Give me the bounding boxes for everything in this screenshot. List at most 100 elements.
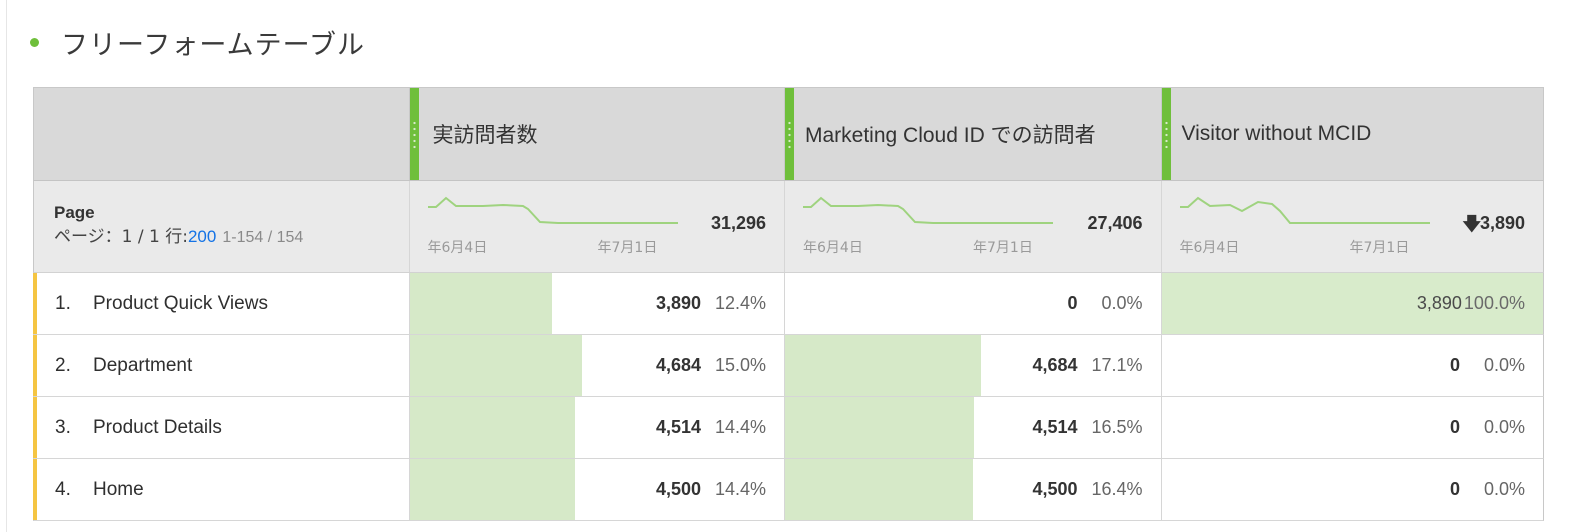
- row-dimension-cell[interactable]: 3. Product Details: [34, 397, 410, 458]
- metric-value: 4,514: [655, 417, 701, 437]
- sparkline-end-date: 年7月1日: [973, 240, 1033, 256]
- percent-bar: [409, 335, 582, 396]
- row-dimension-cell[interactable]: 2. Department: [34, 335, 410, 396]
- metric-summary-cell: 年6月4日 年7月1日 27,406: [785, 181, 1162, 272]
- metric-cell[interactable]: 0 0.0%: [1162, 335, 1543, 396]
- metric-percent: 100.0%: [1463, 293, 1525, 313]
- row-item-name: Product Quick Views: [93, 292, 268, 314]
- metric-cell[interactable]: 4,514 16.5%: [785, 397, 1162, 458]
- row-rank: 1.: [55, 292, 71, 314]
- metric-percent: 14.4%: [714, 417, 766, 437]
- metric-cell[interactable]: 4,500 14.4%: [409, 459, 785, 520]
- percent-bar: [409, 273, 552, 334]
- metric-value: 4,500: [1032, 479, 1078, 499]
- metric-percent: 16.4%: [1091, 479, 1143, 499]
- metric-cell[interactable]: 4,684 17.1%: [785, 335, 1162, 396]
- row-dimension-cell[interactable]: 1. Product Quick Views: [34, 273, 410, 334]
- pagination: ページ：1 / 1 行:200 1-154 / 154: [54, 224, 409, 251]
- metric-total: 31,296: [710, 213, 767, 233]
- percent-bar: [409, 459, 575, 520]
- drag-handle-icon[interactable]: [412, 120, 416, 150]
- metric-value: 4,514: [1032, 417, 1078, 437]
- sparkline-end-date: 年7月1日: [1349, 240, 1410, 256]
- metric-header-label: Marketing Cloud ID での訪問者: [805, 124, 1096, 147]
- sparkline-start-date: 年6月4日: [803, 240, 863, 256]
- metric-summary-cell: 年6月4日 年7月1日 🡇 3,890: [1162, 181, 1543, 272]
- metric-header-unique-visitors[interactable]: 実訪問者数: [409, 88, 785, 180]
- metric-cell[interactable]: 0 0.0%: [1162, 459, 1543, 520]
- table-row[interactable]: 1. Product Quick Views 3,890 12.4% 0 0.0…: [33, 273, 1544, 335]
- metric-value: 4,684: [655, 355, 701, 375]
- metric-summary-cell: 年6月4日 年7月1日 31,296: [410, 181, 786, 272]
- metric-value: 4,684: [1032, 355, 1078, 375]
- drag-handle-icon[interactable]: [788, 120, 791, 150]
- table-row[interactable]: 4. Home 4,500 14.4% 4,500 16.4% 0 0.0%: [33, 459, 1544, 521]
- metric-cell[interactable]: 0 0.0%: [785, 273, 1162, 334]
- dimension-header-cell[interactable]: [34, 88, 410, 180]
- metric-header-label: 実訪問者数: [432, 123, 538, 147]
- metric-cell[interactable]: 4,500 16.4%: [785, 459, 1162, 520]
- sparkline-start-date: 年6月4日: [1179, 240, 1240, 256]
- sparkline-start-date: 年6月4日: [427, 240, 488, 256]
- panel-header[interactable]: フリーフォームテーブル: [30, 22, 365, 62]
- metric-value: 0: [1067, 293, 1078, 313]
- metric-header-mcid-visitors[interactable]: Marketing Cloud ID での訪問者: [785, 88, 1162, 180]
- metric-percent: 0.0%: [1483, 417, 1525, 437]
- percent-bar: [785, 397, 974, 458]
- metric-value: 3,890: [1416, 293, 1462, 313]
- sparkline-end-date: 年7月1日: [597, 240, 658, 256]
- metric-percent: 0.0%: [1101, 293, 1143, 313]
- dimension-summary-cell: Page ページ：1 / 1 行:200 1-154 / 154: [34, 181, 410, 272]
- pagination-label: ページ：1 / 1 行:: [54, 227, 188, 247]
- panel-left-border: [6, 0, 7, 532]
- metric-header-visitor-without-mcid[interactable]: Visitor without MCID: [1161, 88, 1544, 180]
- row-rank: 3.: [55, 416, 71, 438]
- row-item-name: Product Details: [93, 416, 222, 438]
- metric-cell[interactable]: 3,890 12.4%: [409, 273, 785, 334]
- drag-handle-icon[interactable]: [1164, 120, 1168, 150]
- metric-cell[interactable]: 3,890 100.0%: [1161, 273, 1543, 334]
- metric-total: 27,406: [1087, 213, 1143, 233]
- table-header-row: 実訪問者数 Marketing Cloud ID での訪問者 Visitor w…: [33, 87, 1544, 181]
- sparkline-trend-line: [803, 196, 1054, 224]
- metric-percent: 0.0%: [1483, 355, 1525, 375]
- metric-percent: 0.0%: [1483, 479, 1525, 499]
- metric-header-label: Visitor without MCID: [1181, 122, 1372, 145]
- metric-cell[interactable]: 4,514 14.4%: [409, 397, 785, 458]
- metric-value: 4,500: [655, 479, 701, 499]
- sparkline-trend-line: [1179, 196, 1430, 224]
- metric-value: 0: [1449, 417, 1460, 437]
- panel-title[interactable]: フリーフォームテーブル: [61, 23, 365, 62]
- metric-value: 0: [1449, 479, 1460, 499]
- dimension-name[interactable]: Page: [54, 203, 409, 223]
- sparkline-chart: [803, 196, 1054, 224]
- row-item-name: Department: [93, 354, 193, 376]
- percent-bar: [785, 335, 981, 396]
- row-rank: 4.: [55, 478, 71, 500]
- metric-total: 3,890: [1479, 213, 1525, 233]
- table-row[interactable]: 3. Product Details 4,514 14.4% 4,514 16.…: [33, 397, 1544, 459]
- row-dimension-cell[interactable]: 4. Home: [34, 459, 410, 520]
- percent-bar: [409, 397, 575, 458]
- sparkline-trend-line: [427, 196, 678, 224]
- row-rank: 2.: [55, 354, 71, 376]
- down-arrow-icon: 🡇: [1462, 214, 1481, 234]
- percent-bar: [785, 459, 973, 520]
- metric-percent: 16.5%: [1091, 417, 1143, 437]
- freeform-table: 実訪問者数 Marketing Cloud ID での訪問者 Visitor w…: [33, 87, 1544, 521]
- row-item-name: Home: [93, 478, 144, 500]
- row-range: 1-154 / 154: [222, 229, 304, 246]
- summary-row: Page ページ：1 / 1 行:200 1-154 / 154 年6月4日 年7…: [33, 181, 1544, 273]
- metric-percent: 17.1%: [1091, 355, 1143, 375]
- sparkline-chart: [1179, 196, 1430, 224]
- panel-status-dot: [30, 37, 39, 47]
- metric-percent: 14.4%: [714, 479, 766, 499]
- rows-per-page-link[interactable]: 200: [188, 227, 216, 246]
- metric-percent: 15.0%: [714, 355, 766, 375]
- metric-percent: 12.4%: [714, 293, 766, 313]
- metric-cell[interactable]: 4,684 15.0%: [409, 335, 785, 396]
- sparkline-chart: [427, 196, 678, 224]
- metric-cell[interactable]: 0 0.0%: [1162, 397, 1543, 458]
- table-row[interactable]: 2. Department 4,684 15.0% 4,684 17.1% 0 …: [33, 335, 1544, 397]
- metric-value: 0: [1449, 355, 1460, 375]
